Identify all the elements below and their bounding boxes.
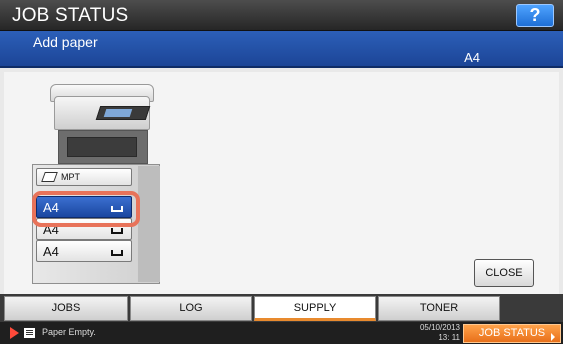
close-button[interactable]: CLOSE (474, 259, 534, 287)
job-status-label: JOB STATUS (478, 327, 546, 339)
tab-jobs[interactable]: JOBS (4, 296, 128, 321)
output-tray-area (58, 130, 148, 164)
arrow-icon (551, 333, 555, 341)
date-time: 05/10/2013 13: 11 (394, 323, 460, 343)
tab-bar: JOBS LOG SUPPLY TONER (0, 294, 563, 322)
control-panel (95, 106, 151, 120)
tab-log[interactable]: LOG (130, 296, 252, 321)
drawer-3[interactable]: A4 (36, 240, 132, 262)
screen-title: JOB STATUS (12, 5, 129, 26)
status-bar-message: Paper Empty. (42, 327, 96, 337)
date: 05/10/2013 (419, 323, 460, 332)
title-bar: JOB STATUS ? (0, 0, 563, 31)
copier-illustration: MPT A4 A4 A4 (32, 84, 172, 284)
tab-toner[interactable]: TONER (378, 296, 500, 321)
supply-panel: MPT A4 A4 A4 CLOSE (4, 72, 559, 294)
empty-drawer-highlight (32, 191, 140, 227)
alert-arrow-icon (10, 327, 19, 339)
paper-tray-icon (111, 250, 123, 256)
help-button[interactable]: ? (516, 4, 554, 27)
tab-supply[interactable]: SUPPLY (254, 296, 376, 321)
status-message: Add paper (33, 34, 98, 50)
paper-size-label: A4 (464, 50, 480, 65)
message-bar: Add paper A4 (0, 31, 563, 68)
job-status-screen: JOB STATUS ? Add paper A4 MPT A4 A4 A4 C… (0, 0, 563, 344)
drawer-label: A4 (43, 244, 59, 259)
drawer-mpt[interactable]: MPT (36, 168, 132, 186)
job-status-button[interactable]: JOB STATUS (463, 324, 561, 343)
status-bar: Paper Empty. 05/10/2013 13: 11 JOB STATU… (0, 322, 563, 344)
drawer-label: MPT (61, 172, 80, 182)
bypass-tray-icon (41, 172, 58, 182)
message-list-icon[interactable] (24, 328, 35, 338)
paper-tray-icon (111, 228, 123, 234)
time: 13: 11 (438, 333, 460, 342)
